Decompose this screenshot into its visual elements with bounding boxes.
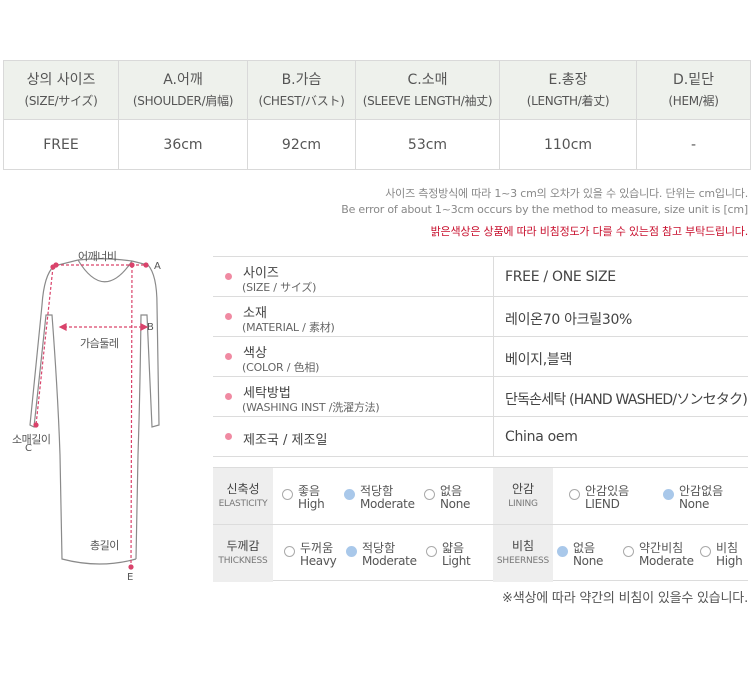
info-row-origin: 제조국 / 제조일 China oem	[213, 417, 748, 457]
elasticity-option-none: 없음 None	[424, 482, 494, 512]
sheerness-option-high: 비침 High	[700, 539, 753, 569]
attr-sheerness-label: 비침 SHEERNESS	[493, 525, 553, 582]
radio-unselected	[282, 489, 293, 500]
lining-option-none: 안감없음 None	[663, 482, 733, 512]
info-value: China oem	[505, 429, 578, 445]
info-row-size: 사이즈 (SIZE / サイズ) FREE / ONE SIZE	[213, 257, 748, 297]
info-sublabel: (SIZE / サイズ)	[242, 281, 317, 294]
size-value-size: FREE	[3, 119, 119, 170]
thickness-option-light: 얇음 Light	[426, 539, 496, 569]
size-value-shoulder: 36cm	[118, 119, 248, 170]
sheer-warning: 밝은색상은 상품에 따라 비침정도가 다를 수 있는점 참고 부탁드립니다.	[430, 225, 749, 238]
radio-selected	[663, 489, 674, 500]
attr-elasticity-label: 신축성 ELASTICITY	[213, 468, 273, 524]
measurement-notes: 사이즈 측정방식에 따라 1~3 cm의 오차가 있을 수 있습니다. 단위는 …	[341, 186, 748, 240]
radio-unselected	[569, 489, 580, 500]
radio-unselected	[424, 489, 435, 500]
letter-a: A	[154, 261, 161, 272]
radio-unselected	[284, 546, 295, 557]
label-length: 총길이	[90, 539, 119, 552]
radio-selected	[557, 546, 568, 557]
lining-option-lined: 안감있음 LIEND	[569, 482, 639, 512]
bullet-dot	[225, 353, 232, 360]
size-header-sleeve: C.소매 (SLEEVE LENGTH/袖丈)	[355, 60, 500, 120]
info-value: 단독손세탁 (HAND WASHED/ソンセタク)	[505, 392, 748, 408]
letter-b: B	[147, 322, 154, 333]
size-value-hem: -	[636, 119, 751, 170]
label-chest: 가슴둘레	[80, 337, 119, 350]
thickness-option-heavy: 두꺼움 Heavy	[284, 539, 354, 569]
sheerness-footnote: ※색상에 따라 약간의 비침이 있을수 있습니다.	[502, 591, 748, 606]
radio-unselected	[700, 546, 711, 557]
fabric-attributes: 신축성 ELASTICITY 좋음 High 적당함 Moderate 없음 None …	[213, 467, 748, 582]
size-header-size: 상의 사이즈 (SIZE/サイズ)	[3, 60, 119, 120]
dress-diagram: 어깨너비 A 가슴둘레 B 소매길이 C 총길이 E	[0, 245, 200, 590]
bullet-dot	[225, 393, 232, 400]
info-value: FREE / ONE SIZE	[505, 269, 616, 285]
radio-unselected	[623, 546, 634, 557]
info-row-material: 소재 (MATERIAL / 素材) 레이온70 아크릴30%	[213, 297, 748, 337]
note-line-ko: 사이즈 측정방식에 따라 1~3 cm의 오차가 있을 수 있습니다. 단위는 …	[385, 187, 748, 200]
letter-c: C	[25, 443, 32, 454]
size-table: 상의 사이즈 (SIZE/サイズ) A.어깨 (SHOULDER/肩幅) B.가슴(…	[3, 60, 751, 170]
bullet-dot	[225, 313, 232, 320]
size-table-header-row: 상의 사이즈 (SIZE/サイズ) A.어깨 (SHOULDER/肩幅) B.가슴(…	[3, 60, 751, 120]
size-header-shoulder: A.어깨 (SHOULDER/肩幅)	[118, 60, 248, 120]
sheerness-option-none: 없음 None	[557, 539, 627, 569]
info-sublabel: (WASHING INST /洗濯方法)	[242, 401, 380, 414]
size-value-chest: 92cm	[247, 119, 356, 170]
bullet-dot	[225, 273, 232, 280]
size-value-length: 110cm	[499, 119, 637, 170]
size-table-row: FREE 36cm 92cm 53cm 110cm -	[3, 119, 751, 170]
product-info-table: 사이즈 (SIZE / サイズ) FREE / ONE SIZE 소재 (MAT…	[213, 256, 748, 457]
label-shoulder: 어깨너비	[78, 250, 117, 263]
info-sublabel: (MATERIAL / 素材)	[242, 321, 335, 334]
size-value-sleeve: 53cm	[355, 119, 500, 170]
info-row-color: 색상 (COLOR / 色相) 베이지,블랙	[213, 337, 748, 377]
size-header-length: E.총장 (LENGTH/着丈)	[499, 60, 637, 120]
info-sublabel: (COLOR / 色相)	[242, 361, 320, 374]
letter-e: E	[127, 572, 134, 583]
sheerness-option-moderate: 약간비침 Moderate	[623, 539, 694, 569]
info-label: 제조국 / 제조일	[243, 433, 328, 448]
radio-unselected	[426, 546, 437, 557]
note-line-en: Be error of about 1~3cm occurs by the me…	[341, 203, 748, 216]
thickness-option-moderate: 적당함 Moderate	[346, 539, 417, 569]
bullet-dot	[225, 433, 232, 440]
radio-selected	[344, 489, 355, 500]
attr-lining-label: 안감 LINING	[493, 468, 553, 524]
info-value: 레이온70 아크릴30%	[505, 312, 633, 328]
info-row-washing: 세탁방법 (WASHING INST /洗濯方法) 단독손세탁 (HAND WA…	[213, 377, 748, 417]
attr-thickness-label: 두께감 THICKNESS	[213, 525, 273, 582]
size-header-chest: B.가슴 (CHEST/バスト)	[247, 60, 356, 120]
elasticity-option-high: 좋음 High	[282, 482, 352, 512]
elasticity-option-moderate: 적당함 Moderate	[344, 482, 415, 512]
radio-selected	[346, 546, 357, 557]
size-header-hem: D.밑단 (HEM/裾)	[636, 60, 751, 120]
info-value: 베이지,블랙	[505, 352, 573, 368]
